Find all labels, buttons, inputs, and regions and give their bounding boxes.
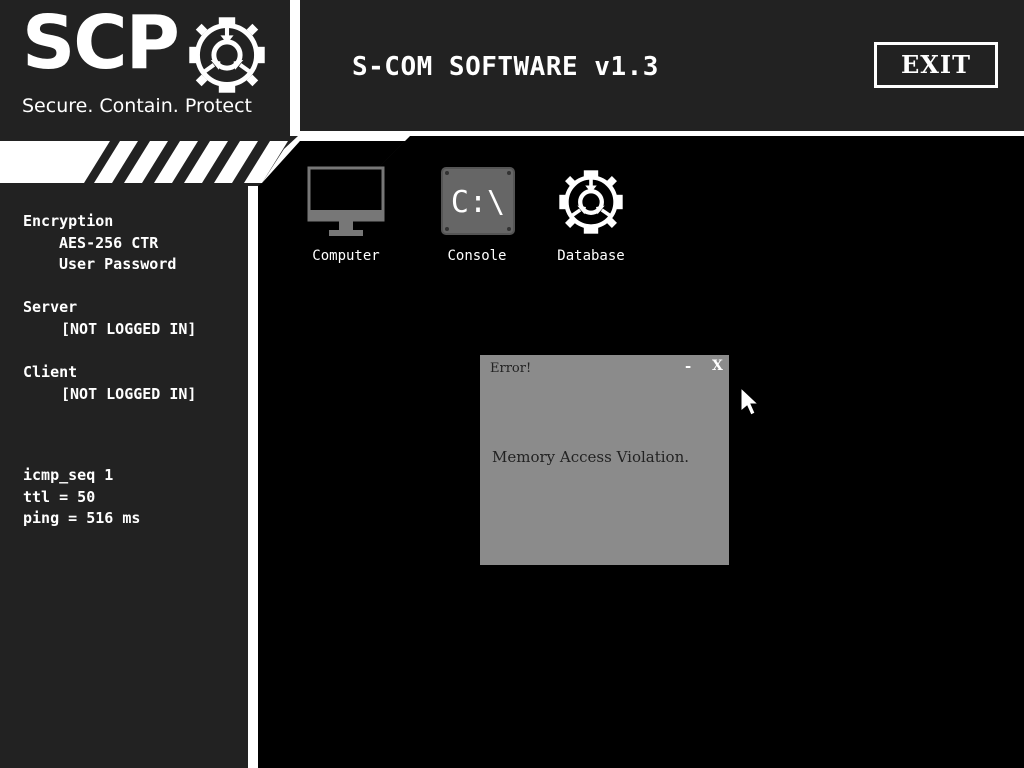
status-sidebar: Encryption AES-256 CTR User Password Ser… — [0, 186, 248, 768]
exit-button[interactable]: EXIT — [874, 42, 998, 88]
desktop-icon-computer[interactable]: Computer — [301, 166, 391, 264]
console-icon: C:\ — [441, 167, 515, 235]
desktop-icon-database[interactable]: Database — [546, 166, 636, 264]
logo-tagline: Secure. Contain. Protect — [22, 95, 253, 117]
logo-text: SCP — [22, 0, 180, 86]
mouse-pointer-icon — [740, 387, 760, 416]
logo-panel: SCP Secure. Contain. Protect — [0, 0, 290, 131]
header-divider — [290, 0, 300, 136]
encryption-auth: User Password — [59, 255, 177, 273]
desktop-icon-label: Console — [447, 248, 507, 264]
client-label: Client — [23, 363, 78, 381]
scp-emblem-icon — [189, 17, 265, 93]
icmp-seq: icmp_seq 1 — [23, 466, 114, 484]
ping-readout: ping = 516 ms — [23, 509, 141, 527]
server-status: [NOT LOGGED IN] — [61, 320, 197, 338]
computer-monitor-icon — [307, 166, 385, 236]
dialog-minimize-button[interactable]: - — [685, 357, 691, 375]
desktop-icon-label: Database — [557, 248, 625, 264]
server-label: Server — [23, 298, 78, 316]
encryption-cipher: AES-256 CTR — [59, 234, 159, 252]
ttl-readout: ttl = 50 — [23, 488, 96, 506]
console-glyph: C:\ — [451, 185, 505, 220]
desktop-icon-label: Computer — [312, 248, 380, 264]
scp-emblem-icon — [559, 170, 623, 234]
error-dialog: Error! - X Memory Access Violation. — [480, 355, 729, 565]
desktop-icon-console[interactable]: C:\ Console — [432, 166, 522, 264]
dialog-close-button[interactable]: X — [712, 358, 723, 374]
dialog-message: Memory Access Violation. — [492, 448, 689, 466]
sidebar-divider — [248, 186, 258, 768]
app-title: S-COM SOFTWARE v1.3 — [352, 52, 659, 82]
encryption-label: Encryption — [23, 212, 114, 230]
client-status: [NOT LOGGED IN] — [61, 385, 197, 403]
dialog-title: Error! — [490, 361, 532, 376]
